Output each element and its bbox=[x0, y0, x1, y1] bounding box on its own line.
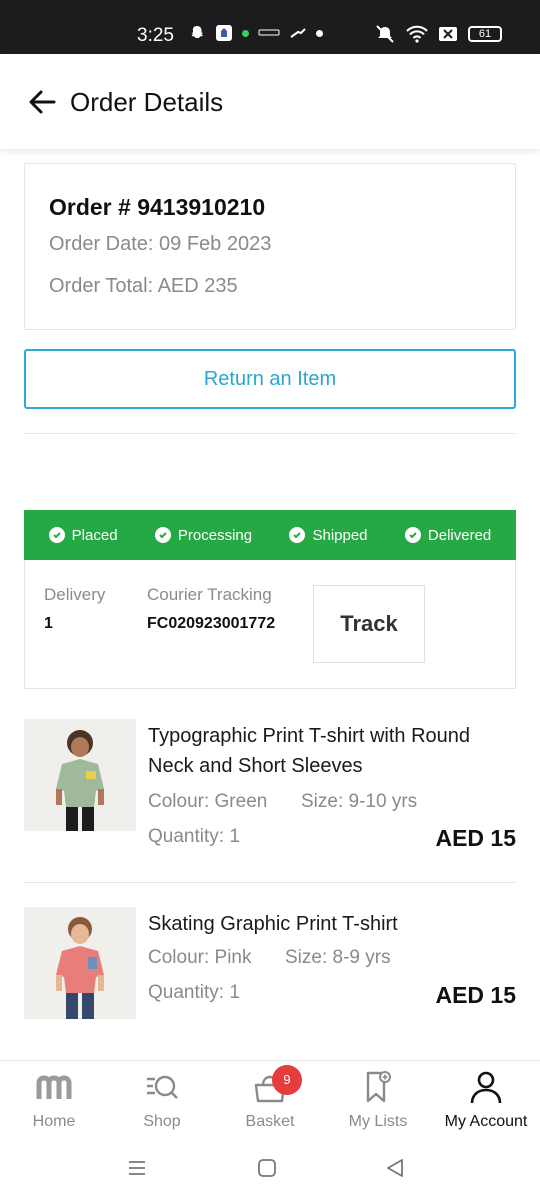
recent-apps-icon[interactable] bbox=[126, 1157, 148, 1179]
basket-count-badge: 9 bbox=[272, 1065, 302, 1095]
nav-label: My Lists bbox=[348, 1113, 408, 1130]
nav-my-account[interactable]: My Account bbox=[432, 1061, 540, 1143]
courier-tracking-label: Courier Tracking bbox=[147, 585, 272, 604]
user-icon bbox=[470, 1071, 502, 1104]
product-size: Size: 8-9 yrs bbox=[285, 947, 391, 968]
track-button[interactable]: Track bbox=[313, 585, 425, 663]
x-box-icon bbox=[439, 27, 457, 41]
battery-icon: 61 bbox=[468, 26, 502, 42]
nav-shop[interactable]: Shop bbox=[108, 1061, 216, 1143]
app-logo-icon bbox=[258, 29, 280, 36]
status-time: 3:25 bbox=[137, 25, 174, 46]
divider bbox=[24, 882, 516, 883]
delivery-value: 1 bbox=[44, 615, 53, 632]
bookmark-icon bbox=[366, 1071, 391, 1103]
order-summary-card: Order # 9413910210 Order Date: 09 Feb 20… bbox=[24, 163, 516, 330]
product-image[interactable] bbox=[24, 907, 136, 1019]
shop-search-icon bbox=[147, 1075, 178, 1099]
notification-icons bbox=[188, 24, 323, 42]
step-processing: Processing bbox=[154, 526, 253, 544]
product-item[interactable]: Skating Graphic Print T-shirt Colour: Pi… bbox=[24, 907, 516, 1020]
wifi-icon bbox=[406, 25, 428, 43]
nav-basket[interactable]: 9 Basket bbox=[216, 1061, 324, 1143]
snapchat-icon bbox=[191, 26, 203, 38]
step-label: Shipped bbox=[312, 526, 368, 544]
bottom-navigation: Home Shop 9 Basket My Lists My Account bbox=[0, 1060, 540, 1142]
check-icon bbox=[289, 527, 306, 543]
return-item-button[interactable]: Return an Item bbox=[24, 349, 516, 409]
order-status-progress: Placed Processing Shipped Delivered bbox=[24, 510, 516, 560]
product-image[interactable] bbox=[24, 719, 136, 831]
product-item[interactable]: Typographic Print T-shirt with Round Nec… bbox=[24, 719, 516, 851]
nav-label: Basket bbox=[245, 1113, 295, 1130]
order-date: Order Date: 09 Feb 2023 bbox=[49, 233, 272, 255]
tracking-panel: Delivery 1 Courier Tracking FC0209230017… bbox=[24, 560, 516, 689]
courier-tracking-number: FC020923001772 bbox=[147, 615, 276, 632]
home-button-icon[interactable] bbox=[256, 1157, 278, 1179]
divider bbox=[24, 433, 516, 434]
step-label: Placed bbox=[71, 526, 118, 544]
step-placed: Placed bbox=[48, 526, 118, 544]
product-quantity: Quantity: 1 bbox=[148, 982, 240, 1003]
home-m-logo-icon bbox=[36, 1075, 72, 1099]
product-price: AED 15 bbox=[435, 982, 516, 1008]
system-navigation-bar bbox=[0, 1142, 540, 1200]
check-icon bbox=[48, 527, 65, 543]
product-colour: Colour: Pink bbox=[148, 947, 252, 968]
step-delivered: Delivered bbox=[404, 526, 492, 544]
product-size: Size: 9-10 yrs bbox=[301, 791, 418, 812]
product-quantity: Quantity: 1 bbox=[148, 826, 240, 847]
check-icon bbox=[404, 527, 421, 543]
nav-home[interactable]: Home bbox=[0, 1061, 108, 1143]
check-icon bbox=[154, 527, 171, 543]
app-header: Order Details bbox=[0, 54, 540, 149]
product-name[interactable]: Typographic Print T-shirt with Round Nec… bbox=[148, 721, 508, 781]
step-shipped: Shipped bbox=[289, 526, 368, 544]
product-colour: Colour: Green bbox=[148, 791, 268, 812]
system-icons: 61 bbox=[374, 24, 502, 44]
nav-label: Home bbox=[32, 1113, 76, 1130]
green-dot-icon bbox=[242, 29, 249, 37]
mute-icon bbox=[376, 25, 394, 43]
back-button-icon[interactable] bbox=[384, 1157, 406, 1179]
nav-my-lists[interactable]: My Lists bbox=[324, 1061, 432, 1143]
order-total: Order Total: AED 235 bbox=[49, 275, 238, 297]
tool-icon bbox=[290, 28, 306, 38]
nav-label: My Account bbox=[444, 1113, 528, 1130]
step-label: Processing bbox=[177, 526, 253, 544]
product-name[interactable]: Skating Graphic Print T-shirt bbox=[148, 909, 508, 939]
page-title: Order Details bbox=[70, 87, 224, 117]
app-notification-icon bbox=[216, 25, 232, 41]
nav-label: Shop bbox=[143, 1113, 181, 1130]
order-number: Order # 9413910210 bbox=[49, 194, 266, 220]
more-dot-icon bbox=[316, 29, 323, 37]
product-price: AED 15 bbox=[435, 825, 516, 851]
delivery-label: Delivery bbox=[44, 585, 106, 604]
step-label: Delivered bbox=[427, 526, 492, 544]
status-bar: 3:25 61 bbox=[0, 0, 540, 54]
back-arrow-icon[interactable] bbox=[26, 86, 58, 118]
